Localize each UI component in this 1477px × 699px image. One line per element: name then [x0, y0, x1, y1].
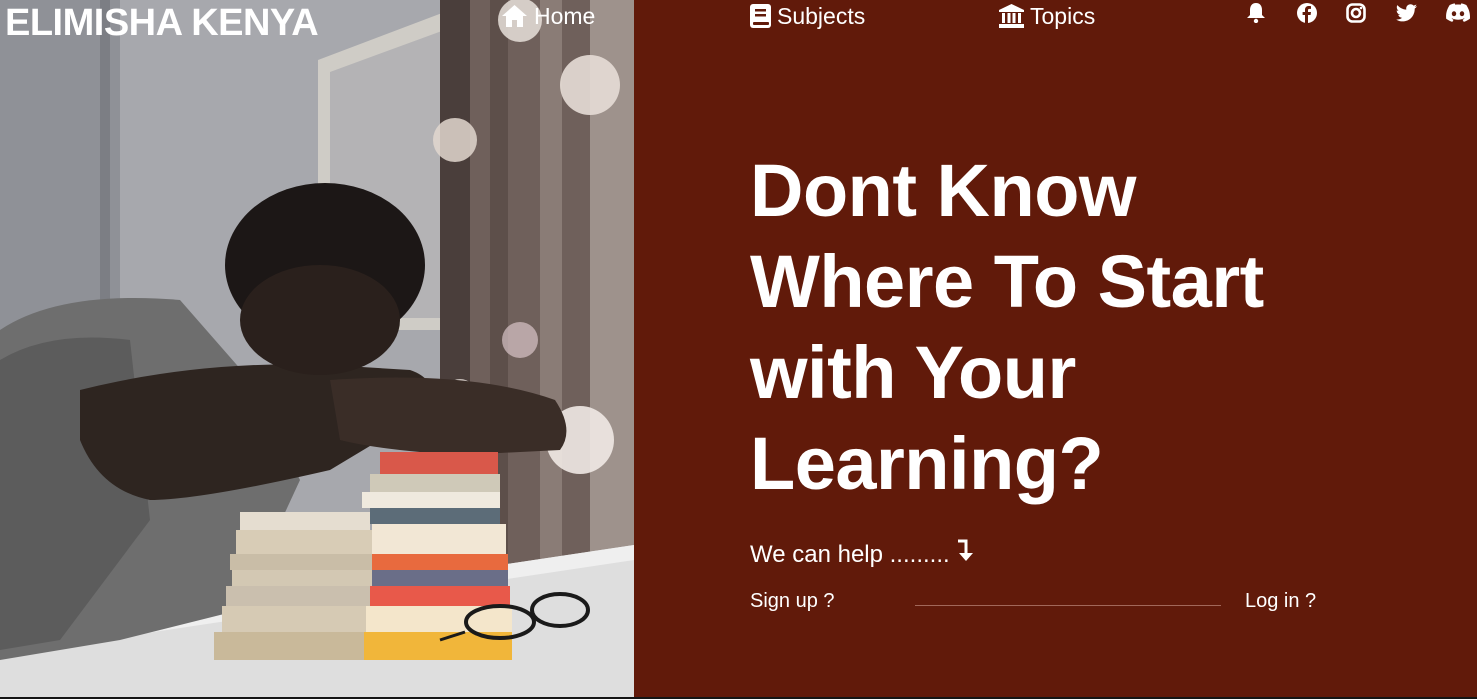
institution-icon — [999, 4, 1024, 28]
nav-subjects[interactable]: Subjects — [750, 2, 865, 30]
bell-icon[interactable] — [1247, 3, 1267, 23]
hero-title: Dont Know Where To Start with Your Learn… — [750, 149, 1264, 505]
arrow-down-turn-icon — [956, 539, 974, 571]
signup-link[interactable]: Sign up ? — [750, 588, 835, 614]
hero-image — [0, 0, 634, 697]
auth-divider — [915, 605, 1221, 606]
nav-topics[interactable]: Topics — [999, 2, 1095, 30]
hero-image-illustration — [0, 0, 634, 697]
help-text: We can help ......... — [750, 541, 950, 568]
brand-logo[interactable]: ELIMISHA KENYA — [5, 0, 319, 46]
book-icon — [750, 4, 771, 28]
discord-icon[interactable] — [1446, 3, 1470, 23]
instagram-icon[interactable] — [1346, 3, 1366, 23]
facebook-icon[interactable] — [1297, 3, 1317, 23]
help-line: We can help ......... — [750, 539, 974, 571]
login-link[interactable]: Log in ? — [1245, 588, 1316, 614]
nav-topics-label: Topics — [1030, 3, 1096, 29]
nav-home[interactable]: Home — [501, 2, 595, 30]
home-icon — [501, 4, 528, 28]
nav-subjects-label: Subjects — [777, 3, 866, 29]
twitter-icon[interactable] — [1396, 3, 1417, 23]
nav-home-label: Home — [534, 3, 596, 29]
